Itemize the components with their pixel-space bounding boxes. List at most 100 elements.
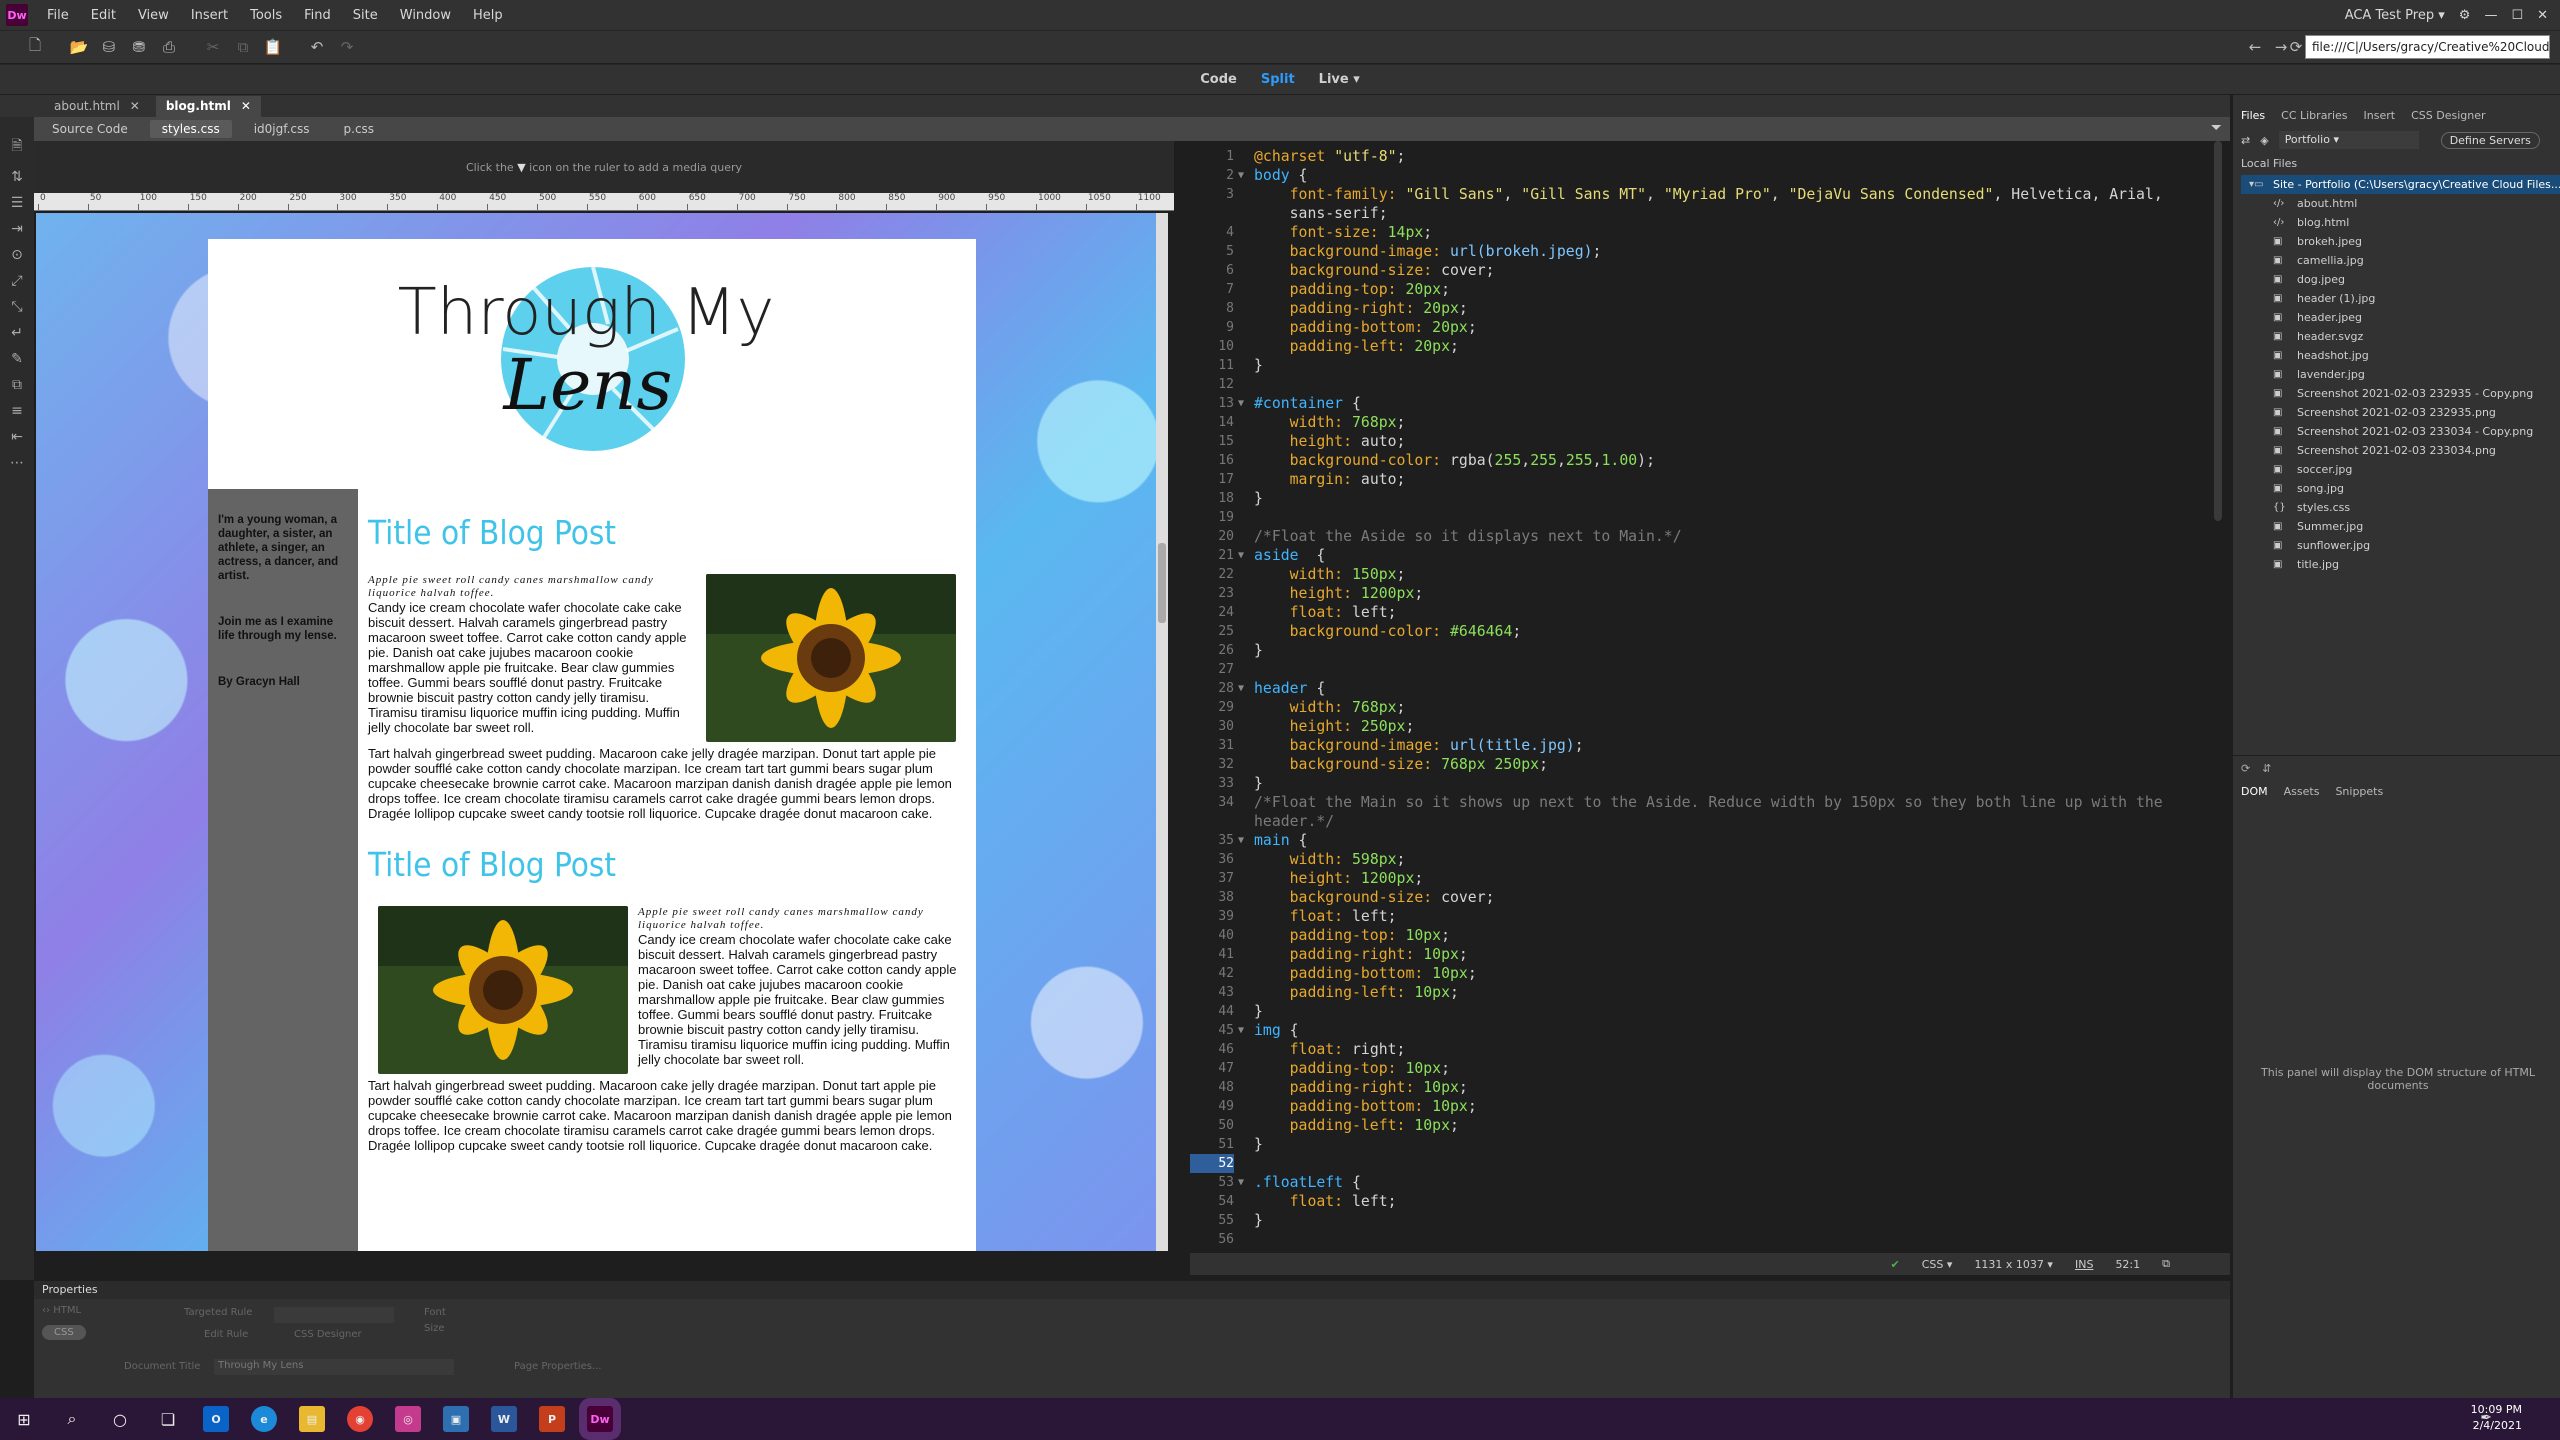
code-line[interactable]: 48 padding-right: 10px; (1190, 1078, 2230, 1097)
related-styles-css[interactable]: styles.css (149, 120, 232, 138)
minimize-button[interactable]: — (2484, 8, 2497, 23)
file-item[interactable]: ▣ Screenshot 2021-02-03 233034.png (2241, 441, 2560, 460)
file-item[interactable]: ▣ soccer.jpg (2241, 460, 2560, 479)
code-line[interactable]: 49 padding-bottom: 10px; (1190, 1097, 2230, 1116)
fold-toggle-icon[interactable]: ▼ (1238, 1173, 1244, 1192)
code-line[interactable]: 33} (1190, 774, 2230, 793)
preview-icon[interactable]: ⧉ (2162, 1257, 2170, 1271)
code-line[interactable]: 21 ▼ aside { (1190, 546, 2230, 565)
fold-toggle-icon[interactable]: ▼ (1238, 394, 1244, 413)
related-p-css[interactable]: p.css (332, 120, 387, 138)
outlook-icon[interactable]: O (203, 1406, 229, 1432)
file-item[interactable]: ▣ dog.jpeg (2241, 270, 2560, 289)
comment-icon[interactable]: ✎ (11, 351, 23, 367)
code-line[interactable]: 38 background-size: cover; (1190, 888, 2230, 907)
code-line[interactable]: 55} (1190, 1211, 2230, 1230)
code-scrollbar[interactable] (2214, 141, 2222, 521)
task-view-icon[interactable]: ❏ (144, 1398, 192, 1440)
code-line[interactable]: 9 padding-bottom: 20px; (1190, 318, 2230, 337)
file-item[interactable]: ▣ camellia.jpg (2241, 251, 2560, 270)
code-line[interactable]: 20 /*Float the Aside so it displays next … (1190, 527, 2230, 546)
undo-icon[interactable]: ↶ (302, 33, 332, 61)
edit-rule-button[interactable]: Edit Rule (204, 1329, 248, 1340)
code-line[interactable]: 39 float: left; (1190, 907, 2230, 926)
insert-mode[interactable]: INS (2075, 1258, 2093, 1271)
code-line[interactable]: 10 padding-left: 20px; (1190, 337, 2230, 356)
css-mode-button[interactable]: CSS (42, 1325, 86, 1340)
edge-icon[interactable]: e (251, 1406, 277, 1432)
css-designer-button[interactable]: CSS Designer (294, 1329, 362, 1340)
file-item[interactable]: ▣ Screenshot 2021-02-03 232935.png (2241, 403, 2560, 422)
code-line[interactable]: 5 background-image: url(brokeh.jpeg); (1190, 242, 2230, 261)
code-view[interactable]: 1 @charset "utf-8"; 2 ▼ body {3 font-family:… (1190, 141, 2230, 1253)
code-line[interactable]: sans-serif; (1190, 204, 2230, 223)
code-nav-icon[interactable]: ☰ (11, 195, 24, 211)
code-line[interactable]: 7 padding-top: 20px; (1190, 280, 2230, 299)
powerpoint-icon[interactable]: P (539, 1406, 565, 1432)
sync-settings-icon[interactable]: ⚙ (2459, 8, 2471, 23)
sync-icon[interactable]: ⇵ (2262, 762, 2271, 775)
code-line[interactable]: 12 (1190, 375, 2230, 394)
define-servers-button[interactable]: Define Servers (2440, 131, 2540, 149)
tab-snippets[interactable]: Snippets (2335, 785, 2383, 811)
format-icon[interactable]: ⊙ (11, 247, 23, 263)
file-item[interactable]: ▣ Summer.jpg (2241, 517, 2560, 536)
menu-edit[interactable]: Edit (80, 8, 127, 23)
code-line[interactable]: 11} (1190, 356, 2230, 375)
code-line[interactable]: 51} (1190, 1135, 2230, 1154)
document-title-field[interactable]: Through My Lens (214, 1359, 454, 1375)
language-select[interactable]: CSS ▾ (1922, 1258, 1953, 1271)
code-line[interactable]: 30 height: 250px; (1190, 717, 2230, 736)
address-bar[interactable]: file:///C|/Users/gracy/Creative%20Cloud%… (2305, 35, 2550, 59)
ruler[interactable]: 0 50 100 150 200 250 300 350 400 450 500 550 600 650 7… (34, 193, 1174, 211)
system-clock[interactable]: 10:09 PM 2/4/2021 (2471, 1402, 2522, 1434)
file-item[interactable]: ▣ Screenshot 2021-02-03 233034 - Copy.png (2241, 422, 2560, 441)
refresh-icon[interactable]: ⟳ (2241, 762, 2250, 775)
scrollbar-thumb[interactable] (1158, 543, 1166, 623)
code-line[interactable]: 31 background-image: url(title.jpg); (1190, 736, 2230, 755)
tab-assets[interactable]: Assets (2284, 785, 2320, 811)
code-line[interactable]: 44} (1190, 1002, 2230, 1021)
print-icon[interactable]: ⎙ (154, 33, 184, 61)
code-line[interactable]: 36 width: 598px; (1190, 850, 2230, 869)
html-mode-button[interactable]: ‹› HTML (42, 1305, 81, 1316)
photos-icon[interactable]: ▣ (443, 1406, 469, 1432)
code-line[interactable]: 46 float: right; (1190, 1040, 2230, 1059)
design-scrollbar[interactable] (1156, 213, 1168, 1251)
expand-icon[interactable]: ⤢ (11, 273, 22, 289)
cortana-icon[interactable]: ○ (96, 1398, 144, 1440)
open-folder-icon[interactable]: 📂 (64, 33, 94, 61)
code-line[interactable]: 50 padding-left: 10px; (1190, 1116, 2230, 1135)
fold-toggle-icon[interactable]: ▼ (1238, 831, 1244, 850)
code-line[interactable]: 8 padding-right: 20px; (1190, 299, 2230, 318)
new-file-icon[interactable]: 🗋 (20, 33, 50, 61)
menu-site[interactable]: Site (342, 8, 389, 23)
more-icon[interactable]: ⋯ (10, 455, 24, 471)
file-item[interactable]: ‹/› blog.html (2241, 213, 2560, 232)
file-item[interactable]: ▣ brokeh.jpeg (2241, 232, 2560, 251)
code-line[interactable]: header.*/ (1190, 812, 2230, 831)
file-item[interactable]: ‹/› about.html (2241, 194, 2560, 213)
code-line[interactable]: 18} (1190, 489, 2230, 508)
code-line[interactable]: 28 ▼ header { (1190, 679, 2230, 698)
targeted-rule-select[interactable] (274, 1307, 394, 1323)
refresh-icon[interactable]: ⟳ (2286, 33, 2306, 61)
close-tab-icon[interactable]: ✕ (241, 99, 251, 114)
code-line[interactable]: 43 padding-left: 10px; (1190, 983, 2230, 1002)
collapse-icon[interactable]: ⤡ (11, 299, 22, 315)
fold-toggle-icon[interactable]: ▼ (1238, 679, 1244, 698)
site-root-item[interactable]: ▾▭ Site - Portfolio (C:\Users\gracy\Creat… (2241, 175, 2560, 194)
file-item[interactable]: ▣ sunflower.jpg (2241, 536, 2560, 555)
menu-find[interactable]: Find (293, 8, 342, 23)
outdent-icon[interactable]: ⇤ (11, 429, 23, 445)
tab-css-designer[interactable]: CSS Designer (2411, 109, 2485, 125)
file-item[interactable]: ▣ title.jpg (2241, 555, 2560, 574)
connect-icon[interactable]: ⇄ (2241, 134, 2250, 147)
search-icon[interactable]: ⌕ (48, 1398, 96, 1440)
cut-icon[interactable]: ✂ (198, 33, 228, 61)
code-line[interactable]: 41 padding-right: 10px; (1190, 945, 2230, 964)
workspace-switcher[interactable]: ACA Test Prep ▾ (2345, 8, 2445, 23)
file-item[interactable]: {} styles.css (2241, 498, 2560, 517)
filter-icon[interactable]: ⏷ (2211, 120, 2222, 136)
code-line[interactable]: 14 width: 768px; (1190, 413, 2230, 432)
